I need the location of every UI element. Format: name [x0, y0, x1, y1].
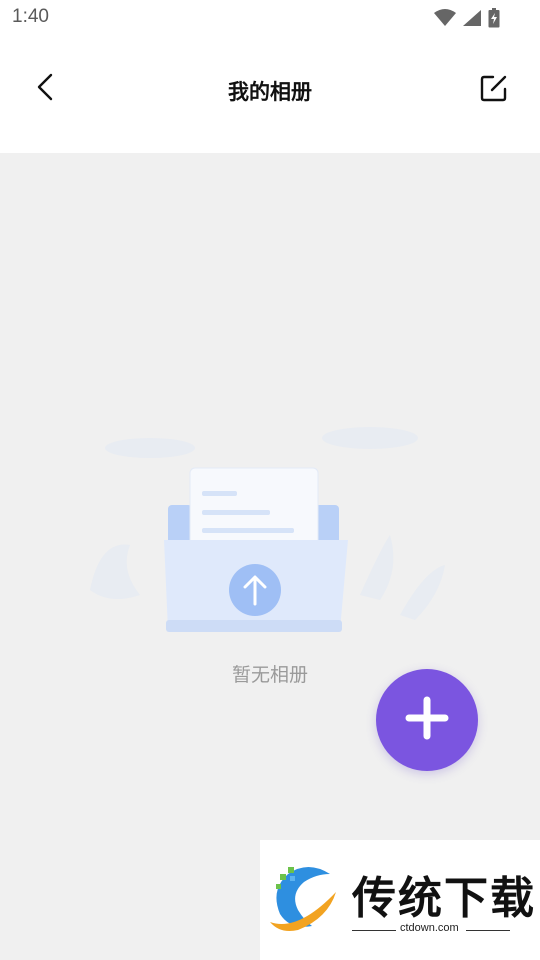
signal-icon	[462, 9, 482, 27]
watermark-divider-left	[352, 930, 396, 931]
wifi-icon	[434, 9, 456, 27]
title-bar: 我的相册	[0, 36, 540, 153]
page-title: 我的相册	[228, 80, 312, 104]
edit-button[interactable]	[478, 74, 510, 106]
add-album-button[interactable]	[376, 669, 478, 771]
watermark-logo	[268, 862, 340, 941]
watermark: 传统下载 ctdown.com	[260, 840, 540, 960]
empty-illustration	[80, 420, 460, 655]
plus-icon	[405, 696, 449, 744]
edit-icon	[480, 74, 508, 106]
watermark-domain: ctdown.com	[400, 922, 459, 934]
status-time: 1:40	[12, 6, 49, 27]
watermark-divider-right	[466, 930, 510, 931]
status-bar: 1:40	[0, 0, 540, 36]
battery-charging-icon	[488, 8, 500, 28]
status-icons	[434, 8, 500, 28]
watermark-title: 传统下载	[352, 873, 536, 924]
